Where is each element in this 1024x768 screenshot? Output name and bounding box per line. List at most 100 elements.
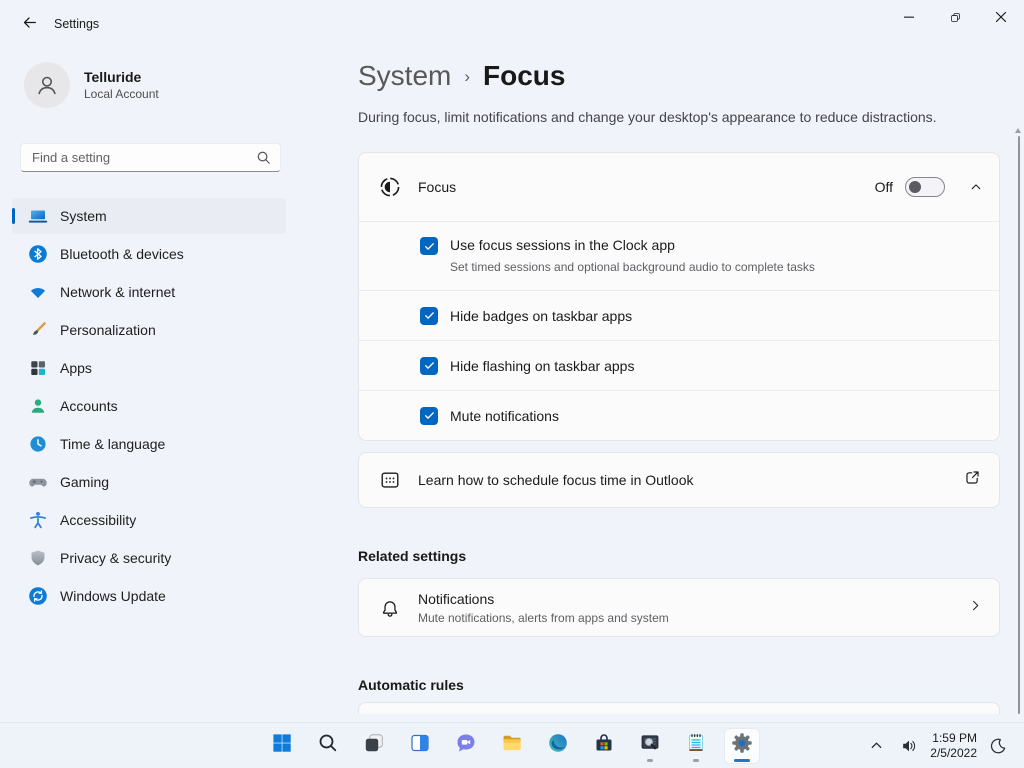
tray-chevron-up-icon[interactable] <box>865 734 888 757</box>
sidebar-item-label: Time & language <box>60 436 166 452</box>
focus-option-row: Hide flashing on taskbar apps <box>359 340 999 390</box>
gaming-icon <box>28 472 48 492</box>
scrollbar[interactable] <box>1015 128 1021 718</box>
settings-taskbar-button[interactable] <box>725 728 759 763</box>
sidebar-item-bluetooth-devices[interactable]: Bluetooth & devices <box>12 236 286 272</box>
sidebar-item-label: Network & internet <box>60 284 176 300</box>
collapse-chevron-button[interactable] <box>969 180 983 194</box>
focus-toggle[interactable] <box>905 177 945 197</box>
file-explorer-button[interactable] <box>495 729 529 763</box>
check-icon <box>424 312 434 319</box>
external-link-icon <box>964 469 981 491</box>
sidebar-item-label: Windows Update <box>60 588 166 604</box>
sidebar-item-personalization[interactable]: Personalization <box>12 312 286 348</box>
window-title: Settings <box>54 17 100 31</box>
clock[interactable]: 1:59 PM 2/5/2022 <box>930 731 977 761</box>
sidebar-item-apps[interactable]: Apps <box>12 350 286 386</box>
check-icon <box>424 242 434 250</box>
breadcrumb-parent[interactable]: System <box>358 60 451 92</box>
sidebar-nav: System Bluetooth & devices Network & int… <box>0 196 300 616</box>
task-view-button[interactable] <box>357 729 391 763</box>
focus-option-row: Hide badges on taskbar apps <box>359 290 999 340</box>
personalization-icon <box>28 320 48 340</box>
search-icon <box>256 150 271 165</box>
sidebar-item-privacy-security[interactable]: Privacy & security <box>12 540 286 576</box>
sidebar-item-gaming[interactable]: Gaming <box>12 464 286 500</box>
notepad-icon <box>684 731 708 760</box>
back-button[interactable] <box>14 13 44 37</box>
option-label: Hide flashing on taskbar apps <box>450 357 635 374</box>
taskbar-search-icon <box>316 731 340 760</box>
time-language-icon <box>28 434 48 454</box>
notifications-card[interactable]: Notifications Mute notifications, alerts… <box>358 578 1000 637</box>
sidebar-item-label: Bluetooth & devices <box>60 246 184 262</box>
checkbox-hide-flashing[interactable] <box>420 356 438 375</box>
running-indicator <box>647 758 653 762</box>
check-icon <box>424 412 434 419</box>
checkbox-hide-badges[interactable] <box>420 306 438 325</box>
automatic-rules-heading: Automatic rules <box>358 677 464 693</box>
outlook-focus-link-card[interactable]: Learn how to schedule focus time in Outl… <box>358 452 1000 508</box>
windows-update-icon <box>28 586 48 606</box>
start-icon <box>270 731 294 760</box>
focus-settings-card: Focus Off Use focus sessions in the Cloc… <box>358 152 1000 441</box>
check-icon <box>424 362 434 369</box>
sidebar-item-windows-update[interactable]: Windows Update <box>12 578 286 614</box>
focus-icon <box>379 176 401 198</box>
sidebar-item-accounts[interactable]: Accounts <box>12 388 286 424</box>
edge-icon <box>546 731 570 760</box>
sidebar-item-label: Personalization <box>60 322 156 338</box>
minimize-button[interactable] <box>886 0 932 34</box>
task-view-icon <box>362 731 386 760</box>
checkbox-focus-sessions[interactable] <box>420 237 438 255</box>
focus-title: Focus <box>418 179 457 195</box>
scrollbar-thumb[interactable] <box>1017 136 1020 714</box>
widgets-button[interactable] <box>403 729 437 763</box>
sidebar-item-label: Accessibility <box>60 512 137 528</box>
accessibility-icon <box>28 510 48 530</box>
tray-date: 2/5/2022 <box>930 745 977 760</box>
sidebar-item-time-language[interactable]: Time & language <box>12 426 286 462</box>
sidebar: Telluride Local Account System Bluetooth… <box>0 48 300 722</box>
focus-header-row[interactable]: Focus Off <box>359 153 999 221</box>
apps-icon <box>28 358 48 378</box>
sidebar-item-system[interactable]: System <box>12 198 286 234</box>
sidebar-item-accessibility[interactable]: Accessibility <box>12 502 286 538</box>
sidebar-item-label: Apps <box>60 360 92 376</box>
sidebar-item-label: System <box>60 208 107 224</box>
checkbox-mute-notifications[interactable] <box>420 406 438 425</box>
search-input[interactable] <box>21 150 256 165</box>
taskbar-search-button[interactable] <box>311 729 345 763</box>
tray-time: 1:59 PM <box>932 730 977 745</box>
automatic-rules-card-partial[interactable] <box>358 702 1000 714</box>
titlebar: Settings <box>0 0 1024 48</box>
chevron-right-icon <box>968 598 983 618</box>
notepad-button[interactable] <box>679 729 713 763</box>
volume-icon[interactable] <box>896 733 922 759</box>
calendar-icon <box>379 469 401 491</box>
page-description: During focus, limit notifications and ch… <box>358 109 937 125</box>
sidebar-item-network-internet[interactable]: Network & internet <box>12 274 286 310</box>
focus-option-row: Use focus sessions in the Clock app Set … <box>359 221 999 290</box>
breadcrumb-chevron-icon: › <box>464 67 471 86</box>
do-not-disturb-moon-icon[interactable] <box>985 733 1011 759</box>
edge-button[interactable] <box>541 729 575 763</box>
main-panel: System › Focus During focus, limit notif… <box>300 48 1024 722</box>
search-box[interactable] <box>20 143 281 172</box>
notifications-subtitle: Mute notifications, alerts from apps and… <box>418 610 669 625</box>
network-icon <box>28 282 48 302</box>
running-indicator <box>693 758 699 762</box>
account-type: Local Account <box>84 87 159 101</box>
toggle-knob <box>909 181 921 193</box>
accounts-icon <box>28 396 48 416</box>
chat-icon <box>454 731 478 760</box>
system-icon <box>28 206 48 226</box>
start-button[interactable] <box>265 729 299 763</box>
close-button[interactable] <box>978 0 1024 34</box>
chat-button[interactable] <box>449 729 483 763</box>
store-button[interactable] <box>587 729 621 763</box>
log-search-app-button[interactable] <box>633 729 667 763</box>
restore-button[interactable] <box>932 0 978 34</box>
sidebar-item-label: Accounts <box>60 398 118 414</box>
scrollbar-up-arrow[interactable] <box>1015 128 1021 133</box>
